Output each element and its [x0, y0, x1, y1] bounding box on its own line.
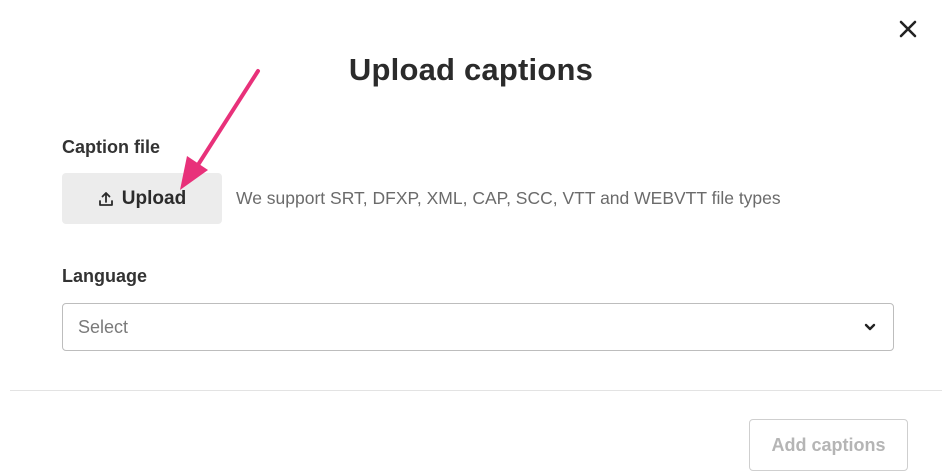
add-captions-button[interactable]: Add captions [749, 419, 908, 471]
upload-button[interactable]: Upload [62, 173, 222, 224]
language-select[interactable]: Select [62, 303, 894, 351]
supported-file-types-text: We support SRT, DFXP, XML, CAP, SCC, VTT… [236, 188, 781, 208]
footer-divider [10, 390, 942, 391]
upload-icon [98, 191, 114, 207]
caption-file-label: Caption file [62, 137, 160, 157]
close-button[interactable] [891, 12, 925, 46]
close-icon [899, 20, 917, 38]
language-select-value: Select [78, 317, 129, 337]
language-label: Language [62, 266, 148, 286]
chevron-down-icon [864, 322, 876, 332]
dialog-title: Upload captions [348, 52, 594, 87]
upload-button-label: Upload [121, 187, 187, 209]
